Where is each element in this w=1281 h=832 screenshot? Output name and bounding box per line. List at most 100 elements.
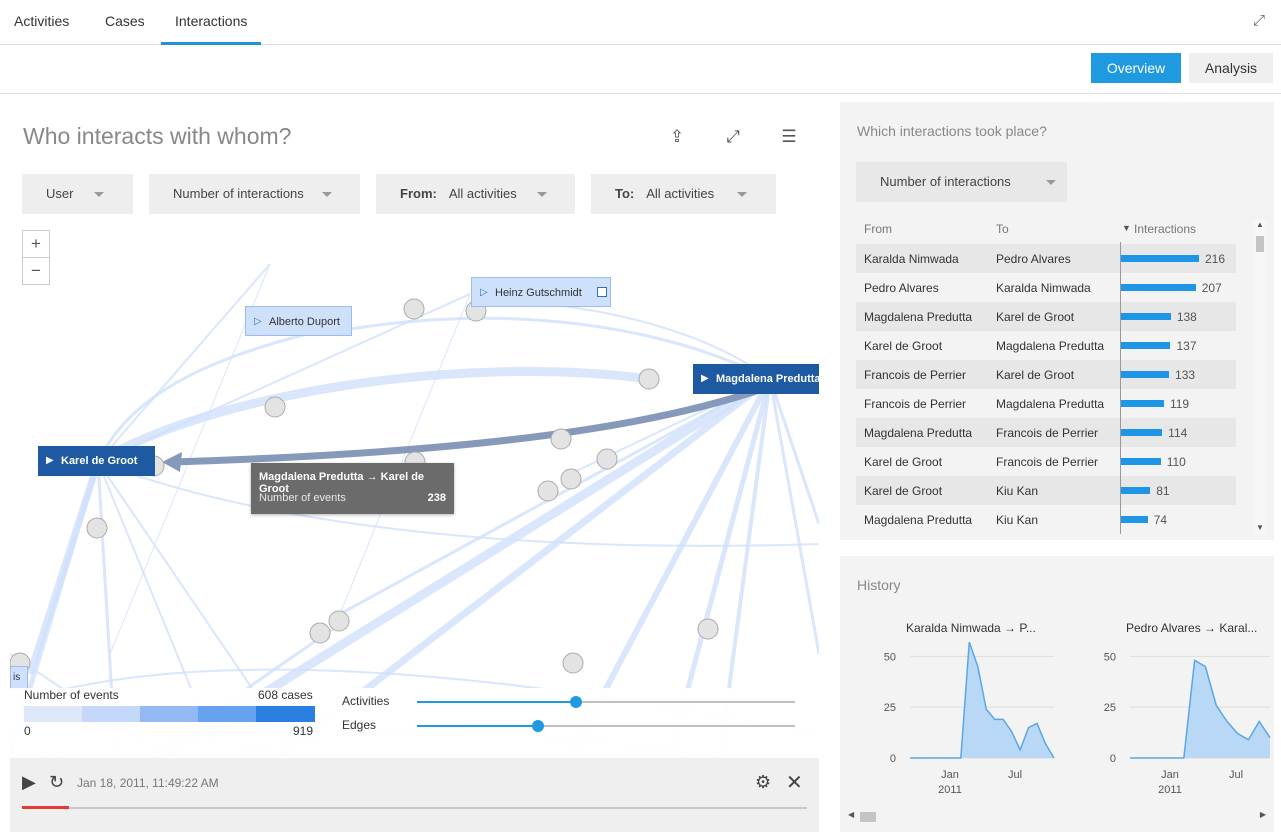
row-from: Francois de Perrier [864, 368, 967, 382]
tab-interactions[interactable]: Interactions [161, 0, 262, 45]
y-tick-label: 0 [890, 753, 896, 765]
legend-min: 0 [24, 724, 31, 738]
overview-button[interactable]: Overview [1091, 53, 1181, 83]
play-icon[interactable]: ▶ [22, 772, 36, 793]
table-row[interactable]: Karel de Groot Magdalena Predutta 137 [856, 331, 1236, 360]
row-value: 133 [1175, 368, 1196, 382]
close-icon[interactable]: ✕ [786, 770, 803, 795]
metric-dropdown[interactable]: Number of interactions [149, 174, 360, 214]
play-icon: ▶ [46, 455, 54, 466]
legend-max: 919 [293, 724, 314, 738]
row-from: Karel de Groot [864, 484, 943, 498]
node-label: Magdalena Predutta [716, 373, 819, 385]
player-timeline[interactable] [22, 807, 807, 809]
fullscreen-icon[interactable]: ⤢ [1251, 13, 1267, 29]
interactions-bar [1121, 284, 1196, 291]
gear-icon[interactable]: ⚙ [755, 772, 771, 793]
node-heinz-gutschmidt[interactable]: ▷ Heinz Gutschmidt [471, 277, 611, 307]
interactions-bar [1121, 255, 1199, 262]
analysis-button[interactable]: Analysis [1189, 53, 1273, 83]
x-tick-label: Jan [941, 769, 959, 781]
activities-slider-handle[interactable] [569, 696, 582, 708]
row-value: 137 [1176, 339, 1197, 353]
row-to: Magdalena Predutta [996, 397, 1105, 411]
list-view-icon[interactable]: ☰ [779, 127, 799, 147]
row-from: Magdalena Predutta [864, 513, 973, 527]
zoom-in-button[interactable]: + [22, 230, 50, 258]
chevron-down-icon [94, 192, 104, 197]
row-value: 119 [1169, 397, 1190, 411]
legend-color-step [82, 706, 141, 722]
legend-color-step [24, 706, 83, 722]
history-panel: History Karalda Nimwada → P... Pedro Alv… [840, 556, 1274, 832]
history-charts: 50 25 0 Jan 2011 Jul 50 25 0 Jan 2011 Jul [884, 641, 1271, 796]
column-header-from[interactable]: From [864, 222, 892, 236]
table-row[interactable]: Magdalena Predutta Francois de Perrier 114 [856, 418, 1236, 447]
scroll-up-icon[interactable]: ▲ [1256, 220, 1264, 229]
legend-cases: 608 cases [258, 688, 313, 702]
y-tick-label: 25 [884, 702, 896, 714]
interactions-bar [1121, 516, 1148, 523]
interactions-bar [1121, 400, 1164, 407]
play-outline-icon: ▷ [254, 316, 262, 327]
scroll-left-icon[interactable]: ◀ [848, 810, 854, 819]
edges-slider-handle[interactable] [531, 720, 544, 732]
node-label: is [13, 672, 21, 683]
interactions-bar [1121, 313, 1171, 320]
node-label: Heinz Gutschmidt [495, 287, 582, 299]
scrollbar-thumb[interactable] [1256, 236, 1264, 252]
metric-dropdown-value: Number of interactions [173, 186, 304, 201]
chevron-down-icon [1046, 180, 1056, 185]
table-row[interactable]: Karalda Nimwada Pedro Alvares 216 [856, 244, 1236, 273]
row-to: Francois de Perrier [996, 426, 1099, 440]
scrollbar-thumb[interactable] [860, 812, 876, 822]
history-scrollbar[interactable]: ◀ ▶ [848, 810, 1266, 824]
y-tick-label: 50 [1104, 651, 1116, 663]
from-label: From: [400, 186, 437, 201]
row-value: 74 [1153, 513, 1168, 527]
chevron-down-icon [322, 192, 332, 197]
table-row[interactable]: Francois de Perrier Magdalena Predutta 119 [856, 389, 1236, 418]
table-row[interactable]: Francois de Perrier Karel de Groot 133 [856, 360, 1236, 389]
table-row[interactable]: Pedro Alvares Karalda Nimwada 207 [856, 273, 1236, 302]
replay-icon[interactable]: ↻ [49, 772, 64, 793]
scroll-down-icon[interactable]: ▼ [1256, 523, 1264, 532]
to-dropdown[interactable]: To: All activities [591, 174, 776, 214]
user-dropdown[interactable]: User [22, 174, 133, 214]
interactions-metric-dropdown[interactable]: Number of interactions [856, 162, 1067, 202]
row-value: 81 [1156, 484, 1170, 498]
node-karel-de-groot[interactable]: ▶ Karel de Groot [38, 446, 155, 476]
interactions-bar [1121, 342, 1171, 349]
table-row[interactable]: Magdalena Predutta Kiu Kan 74 [856, 505, 1236, 534]
scroll-right-icon[interactable]: ▶ [1260, 810, 1266, 819]
row-from: Karalda Nimwada [864, 252, 959, 266]
node-alberto-duport[interactable]: ▷ Alberto Duport [245, 306, 352, 336]
node-magdalena-predutta[interactable]: ▶ Magdalena Predutta [693, 364, 819, 394]
row-value: 110 [1166, 455, 1186, 469]
user-dropdown-value: User [46, 186, 74, 201]
table-scrollbar[interactable]: ▲ ▼ [1254, 220, 1266, 534]
checkbox-icon[interactable] [597, 287, 607, 297]
row-value: 114 [1168, 426, 1188, 440]
play-outline-icon: ▷ [480, 287, 488, 298]
animation-player: ▶ ↻ Jan 18, 2011, 11:49:22 AM ⚙ ✕ [10, 758, 819, 832]
row-to: Kiu Kan [996, 484, 1039, 498]
column-header-to[interactable]: To [996, 222, 1009, 236]
tab-activities[interactable]: Activities [0, 0, 83, 45]
page-title: Who interacts with whom? [23, 123, 292, 149]
node-partial[interactable]: is [10, 666, 28, 690]
zoom-out-button[interactable]: − [22, 257, 50, 285]
legend-color-step [140, 706, 199, 722]
table-row[interactable]: Magdalena Predutta Karel de Groot 138 [856, 302, 1236, 331]
sort-desc-icon[interactable]: ▼ [1122, 223, 1131, 233]
player-progress [22, 806, 70, 809]
table-row[interactable]: Karel de Groot Francois de Perrier 110 [856, 447, 1236, 476]
tooltip-value: 238 [427, 492, 446, 504]
from-dropdown[interactable]: From: All activities [376, 174, 575, 214]
expand-icon[interactable]: ⤢ [723, 127, 743, 147]
table-row[interactable]: Karel de Groot Kiu Kan 81 [856, 476, 1236, 505]
export-icon[interactable]: ⇪ [667, 127, 687, 147]
column-header-interactions[interactable]: Interactions [1134, 222, 1196, 236]
row-value: 138 [1176, 310, 1197, 324]
tab-cases[interactable]: Cases [91, 0, 159, 45]
